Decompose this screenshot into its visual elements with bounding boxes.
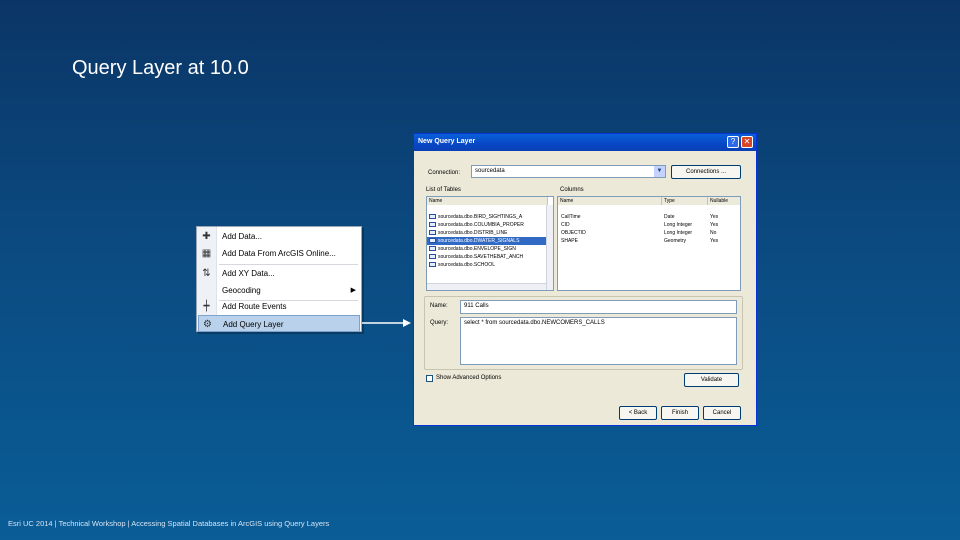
column-name[interactable]: CallTime bbox=[561, 213, 581, 221]
menu-item-add-data[interactable]: ✚ Add Data... bbox=[198, 228, 360, 245]
column-name[interactable]: OBJECTID bbox=[561, 229, 586, 237]
table-row[interactable]: sourcedata.dbo.DISTRIB_LINE bbox=[427, 229, 548, 237]
table-name: sourcedata.dbo.ENVELOPE_SIGN bbox=[438, 246, 516, 252]
query-textarea[interactable]: select * from sourcedata.dbo.NEWCOMERS_C… bbox=[460, 317, 737, 365]
name-label: Name: bbox=[430, 303, 448, 309]
table-icon bbox=[429, 246, 436, 251]
xy-data-icon: ⇅ bbox=[202, 268, 211, 279]
chevron-down-icon[interactable]: ▼ bbox=[654, 166, 665, 177]
columns-label: Columns bbox=[560, 187, 584, 193]
tables-vertical-scrollbar[interactable] bbox=[546, 205, 553, 290]
menu-item-label: Add Query Layer bbox=[223, 320, 284, 329]
submenu-arrow-icon: ▶ bbox=[350, 287, 356, 294]
columns-header-name[interactable]: Name bbox=[558, 197, 662, 205]
column-nullable: Yes bbox=[710, 214, 719, 220]
menu-item-add-route-events[interactable]: ┿ Add Route Events bbox=[198, 298, 360, 315]
dialog-titlebar[interactable]: New Query Layer ? ✕ bbox=[414, 134, 756, 151]
column-nullable: Yes bbox=[710, 222, 719, 228]
slide-title: Query Layer at 10.0 bbox=[72, 57, 249, 79]
context-menu: ✚ Add Data... ▦ Add Data From ArcGIS Onl… bbox=[196, 226, 362, 332]
menu-item-geocoding[interactable]: Geocoding ▶ bbox=[198, 282, 360, 299]
table-icon bbox=[429, 262, 436, 267]
column-nullable: Yes bbox=[710, 238, 719, 244]
validate-button[interactable]: Validate bbox=[684, 373, 739, 387]
columns-list[interactable]: Name Type Nullable CallTime Date Yes CID… bbox=[557, 196, 741, 291]
table-icon bbox=[429, 230, 436, 235]
arcgis-online-icon: ▦ bbox=[201, 248, 212, 259]
column-nullable: No bbox=[710, 230, 717, 236]
advanced-options-checkbox[interactable] bbox=[426, 375, 433, 382]
column-type: Date bbox=[664, 214, 675, 220]
add-data-icon: ✚ bbox=[202, 231, 211, 242]
advanced-options-label: Show Advanced Options bbox=[436, 375, 502, 381]
slide-footer: Esri UC 2014 | Technical Workshop | Acce… bbox=[8, 519, 330, 528]
name-field[interactable]: 911 Calls bbox=[460, 300, 737, 314]
tables-column-header[interactable]: Name bbox=[427, 197, 548, 205]
connection-value: sourcedata bbox=[475, 168, 505, 174]
menu-item-label: Geocoding bbox=[222, 286, 261, 295]
column-type: Geometry bbox=[664, 238, 686, 244]
cancel-button[interactable]: Cancel bbox=[703, 406, 741, 420]
list-of-tables-label: List of Tables bbox=[426, 187, 461, 193]
help-icon[interactable]: ? bbox=[727, 136, 739, 148]
table-row[interactable]: sourcedata.dbo.BIRD_SIGHTINGS_A bbox=[427, 213, 548, 221]
table-name: sourcedata.dbo.BIRD_SIGHTINGS_A bbox=[438, 214, 523, 220]
connector-arrow-icon bbox=[362, 319, 411, 327]
columns-header-type[interactable]: Type bbox=[662, 197, 708, 205]
table-icon bbox=[429, 222, 436, 227]
connections-button[interactable]: Connections ... bbox=[671, 165, 741, 179]
menu-item-label: Add XY Data... bbox=[222, 269, 275, 278]
table-icon bbox=[429, 254, 436, 259]
route-events-icon: ┿ bbox=[203, 301, 210, 312]
table-row[interactable]: sourcedata.dbo.SCHOOL bbox=[427, 261, 548, 269]
column-type: Long Integer bbox=[664, 222, 693, 228]
menu-item-label: Add Data From ArcGIS Online... bbox=[222, 249, 336, 258]
table-name: sourcedata.dbo.SCHOOL bbox=[438, 262, 495, 268]
dialog-title: New Query Layer bbox=[418, 138, 476, 145]
query-label: Query: bbox=[430, 320, 449, 326]
back-button[interactable]: < Back bbox=[619, 406, 657, 420]
table-name: sourcedata.dbo.DWATER_SIGNALS bbox=[438, 238, 520, 244]
column-name[interactable]: SHAPE bbox=[561, 237, 578, 245]
close-icon[interactable]: ✕ bbox=[741, 136, 753, 148]
columns-header-nullable[interactable]: Nullable bbox=[708, 197, 740, 205]
menu-item-add-xy-data[interactable]: ⇅ Add XY Data... bbox=[198, 265, 360, 282]
table-row[interactable]: sourcedata.dbo.ENVELOPE_SIGN bbox=[427, 245, 548, 253]
table-name: sourcedata.dbo.SAVETHEBAT_ANCH bbox=[438, 254, 524, 260]
table-row[interactable]: sourcedata.dbo.SAVETHEBAT_ANCH bbox=[427, 253, 548, 261]
connection-label: Connection: bbox=[428, 170, 461, 176]
menu-item-label: Add Data... bbox=[222, 232, 263, 241]
query-layer-icon: ⚙ bbox=[203, 319, 212, 330]
table-name: sourcedata.dbo.DISTRIB_LINE bbox=[438, 230, 508, 236]
table-row[interactable]: sourcedata.dbo.COLUMBIA_PROPER bbox=[427, 221, 548, 229]
menu-item-label: Add Route Events bbox=[222, 302, 287, 311]
tables-list[interactable]: Name sourcedata.dbo.BIRD_SIGHTINGS_A sou… bbox=[426, 196, 554, 291]
table-icon bbox=[429, 214, 436, 219]
table-icon bbox=[429, 238, 436, 243]
tables-horizontal-scrollbar[interactable] bbox=[427, 283, 546, 290]
new-query-layer-dialog: New Query Layer ? ✕ Connection: sourceda… bbox=[413, 133, 757, 426]
column-type: Long Integer bbox=[664, 230, 693, 236]
menu-item-add-data-arcgis-online[interactable]: ▦ Add Data From ArcGIS Online... bbox=[198, 245, 360, 262]
table-row-selected[interactable]: sourcedata.dbo.DWATER_SIGNALS bbox=[427, 237, 548, 245]
column-name[interactable]: CID bbox=[561, 221, 570, 229]
connection-select[interactable]: sourcedata ▼ bbox=[471, 165, 666, 178]
menu-item-add-query-layer[interactable]: ⚙ Add Query Layer bbox=[198, 315, 360, 332]
table-name: sourcedata.dbo.COLUMBIA_PROPER bbox=[438, 222, 524, 228]
finish-button[interactable]: Finish bbox=[661, 406, 699, 420]
